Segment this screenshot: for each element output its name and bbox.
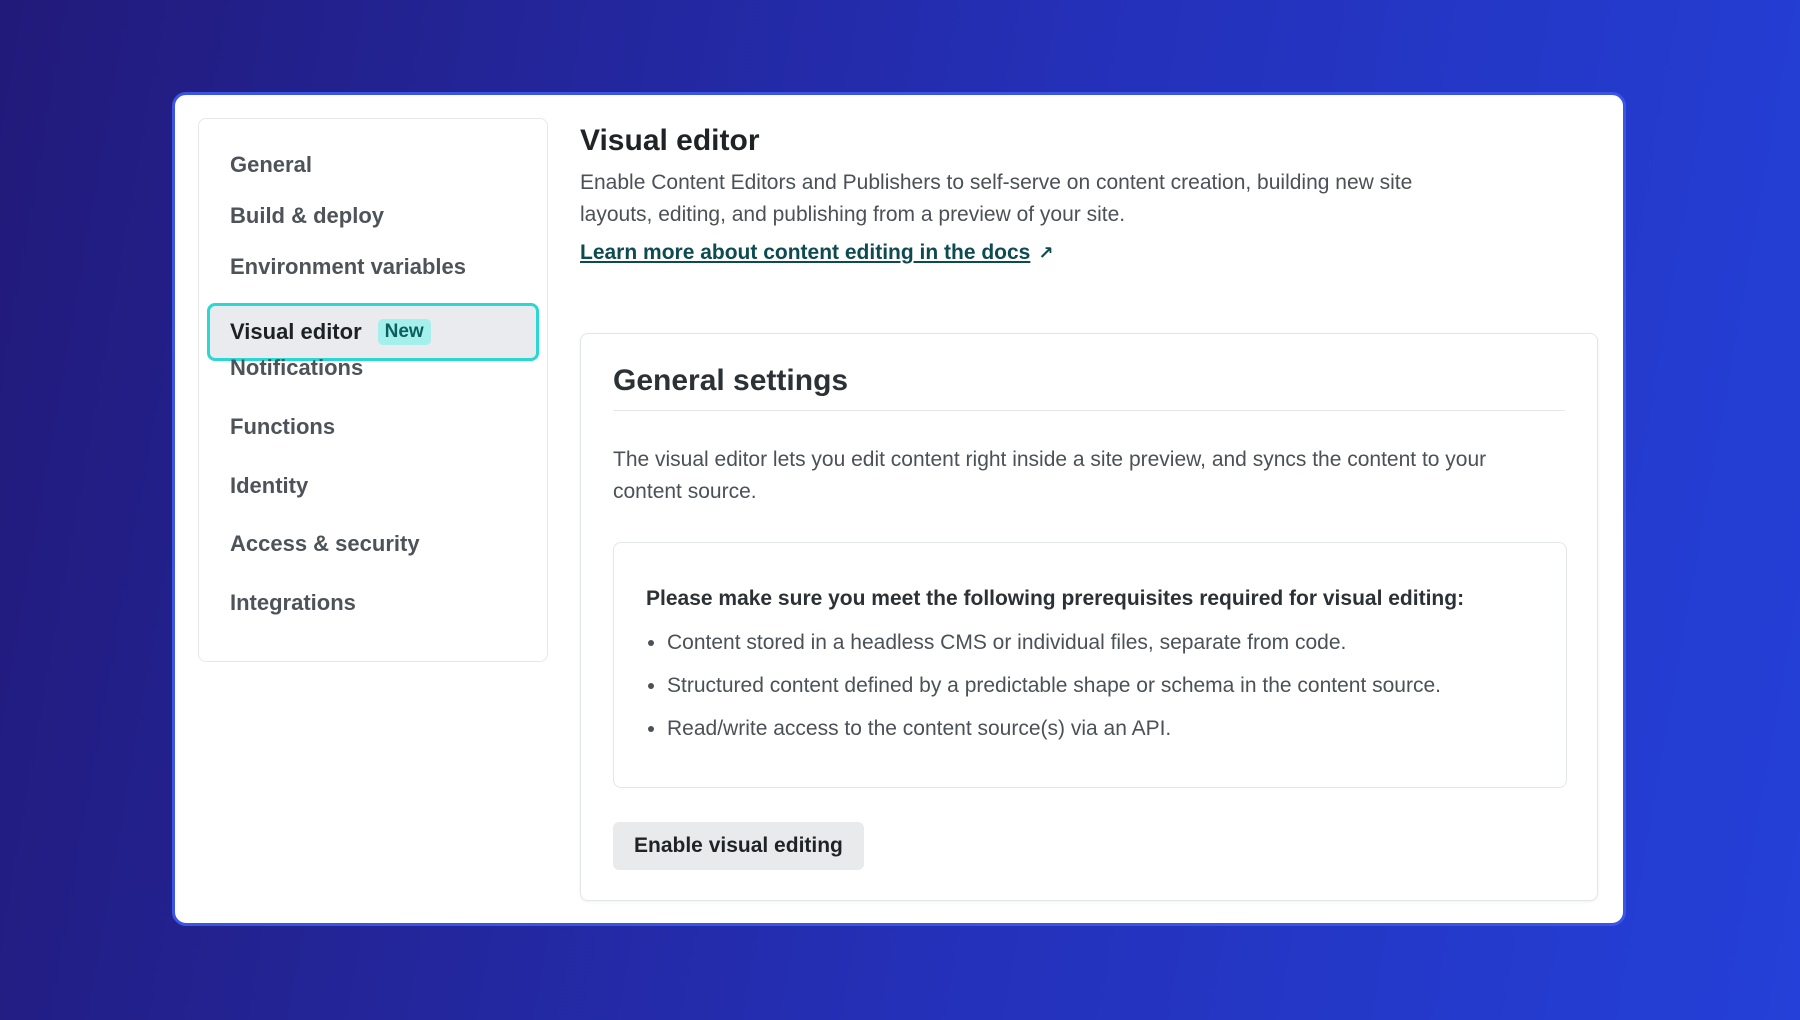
- page-title: Visual editor: [580, 124, 760, 157]
- list-item: Read/write access to the content source(…: [667, 707, 1534, 750]
- sidebar-item-label: Access & security: [230, 531, 420, 556]
- list-item: Structured content defined by a predicta…: [667, 664, 1534, 707]
- card-description: The visual editor lets you edit content …: [613, 448, 1487, 503]
- settings-window: General Build & deploy Environment varia…: [172, 92, 1626, 926]
- settings-sidebar: General Build & deploy Environment varia…: [198, 118, 548, 662]
- sidebar-item-notifications[interactable]: Notifications: [207, 339, 539, 397]
- sidebar-item-general[interactable]: General: [207, 136, 539, 194]
- card-title: General settings: [613, 364, 1565, 411]
- sidebar-item-label: Build & deploy: [230, 203, 384, 228]
- prerequisites-heading: Please make sure you meet the following …: [646, 587, 1465, 610]
- sidebar-item-label: Functions: [230, 414, 336, 439]
- sidebar-item-integrations[interactable]: Integrations: [207, 574, 539, 632]
- docs-link[interactable]: Learn more about content editing in the …: [580, 241, 1053, 265]
- docs-link-label: Learn more about content editing in the …: [580, 241, 1031, 264]
- page-description: Enable Content Editors and Publishers to…: [580, 171, 1413, 226]
- prerequisites-box: Please make sure you meet the following …: [613, 542, 1567, 788]
- sidebar-item-label: Environment variables: [230, 254, 466, 279]
- sidebar-item-label: Identity: [230, 473, 309, 498]
- enable-visual-editing-button[interactable]: Enable visual editing: [613, 822, 864, 870]
- general-settings-card: General settings The visual editor lets …: [580, 333, 1598, 901]
- external-link-icon: ↗: [1038, 243, 1054, 263]
- sidebar-item-access-security[interactable]: Access & security: [207, 515, 539, 573]
- sidebar-item-label: General: [230, 152, 312, 177]
- sidebar-item-build-deploy[interactable]: Build & deploy: [207, 187, 539, 245]
- sidebar-item-label: Integrations: [230, 590, 356, 615]
- sidebar-item-environment-variables[interactable]: Environment variables: [207, 238, 539, 296]
- prerequisites-list: Content stored in a headless CMS or indi…: [646, 621, 1534, 750]
- sidebar-item-functions[interactable]: Functions: [207, 398, 539, 456]
- list-item: Content stored in a headless CMS or indi…: [667, 621, 1534, 664]
- main-content: Visual editor Enable Content Editors and…: [580, 123, 1598, 901]
- sidebar-item-label: Notifications: [230, 355, 364, 380]
- sidebar-item-identity[interactable]: Identity: [207, 457, 539, 515]
